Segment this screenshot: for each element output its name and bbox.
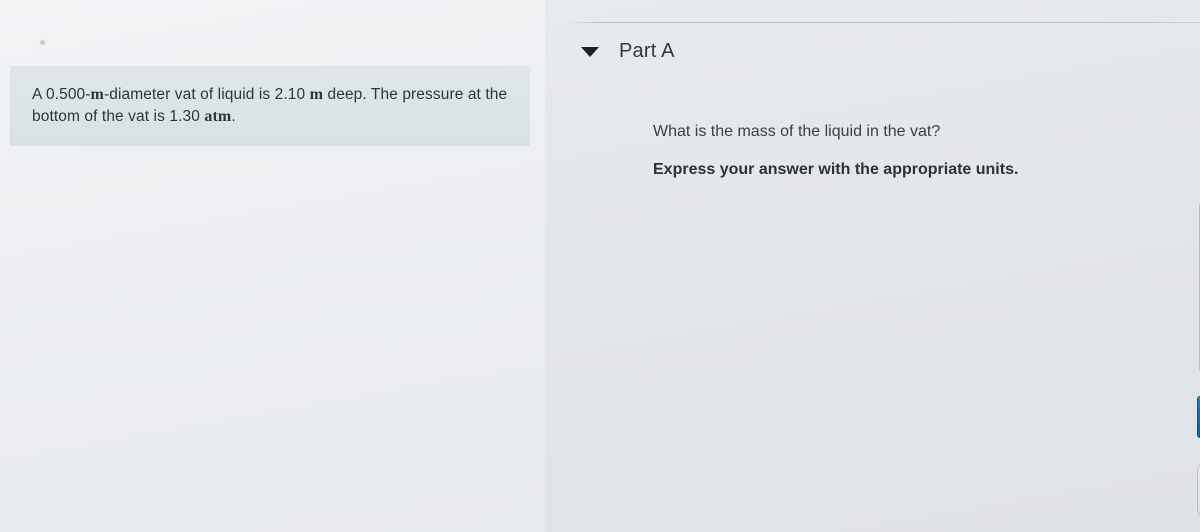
question-block: What is the mass of the liquid in the va… xyxy=(653,122,1200,180)
problem-statement-text: A 0.500-m-diameter vat of liquid is 2.10… xyxy=(10,66,530,146)
triangle-down-icon[interactable] xyxy=(581,46,599,57)
problem-text-segment-2: -diameter vat of liquid is 2.10 xyxy=(103,86,310,103)
problem-unit-atm: atm xyxy=(204,108,232,125)
question-text: What is the mass of the liquid in the va… xyxy=(653,123,941,140)
page-title: Part A xyxy=(619,40,675,62)
answer-panel: Part A What is the mass of the liquid in… xyxy=(545,0,1200,532)
part-header: Part A xyxy=(581,40,675,63)
problem-statement-panel: A 0.500-m-diameter vat of liquid is 2.10… xyxy=(0,0,545,532)
problem-text-segment-1: A 0.500- xyxy=(32,86,91,103)
problem-text-segment-4: . xyxy=(231,108,236,125)
image-artifact-speck xyxy=(40,40,45,45)
problem-page: A 0.500-m-diameter vat of liquid is 2.10… xyxy=(0,0,1200,532)
instruction-text: Express your answer with the appropriate… xyxy=(653,161,1019,178)
problem-unit-meter-2: m xyxy=(309,86,324,103)
top-separator-rule xyxy=(567,22,1200,23)
problem-unit-meter-1: m xyxy=(90,86,104,103)
